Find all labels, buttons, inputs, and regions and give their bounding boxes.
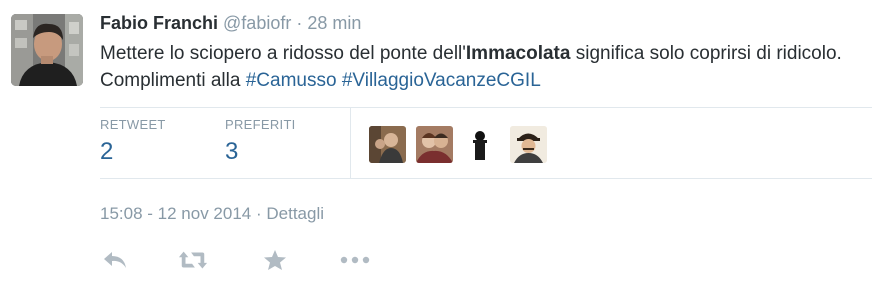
favoriter-avatar[interactable] [369, 126, 406, 163]
favorite-button[interactable] [260, 245, 290, 275]
author-handle[interactable]: @fabiofr [223, 13, 291, 33]
tweet-header: Fabio Franchi @fabiofr · 28 min [100, 12, 361, 34]
stats-divider-bottom [100, 178, 872, 179]
meta-separator: · [255, 204, 262, 223]
author-name[interactable]: Fabio Franchi [100, 13, 218, 33]
header-separator: · [296, 13, 303, 33]
hashtag-link[interactable]: #VillaggioVacanzeCGIL [342, 70, 541, 91]
hashtag-link[interactable]: #Camusso [246, 70, 337, 91]
reply-button[interactable] [100, 245, 130, 275]
more-button[interactable] [340, 245, 370, 275]
tweet-card: Fabio Franchi @fabiofr · 28 min Mettere … [0, 0, 883, 281]
favoriter-avatar-image [369, 126, 406, 163]
favorite-icon [264, 250, 286, 270]
tweet-actions [100, 245, 370, 275]
author-avatar[interactable] [11, 14, 83, 86]
more-icon [340, 256, 370, 264]
retweet-count: 2 [100, 138, 114, 165]
tweet-text-start: Mettere lo sciopero a ridosso del ponte … [100, 43, 466, 64]
retweet-label: RETWEET [100, 117, 166, 132]
favorites-stat[interactable]: PREFERITI 3 [225, 117, 296, 167]
tweet-text-bold: Immacolata [465, 43, 571, 64]
favoriter-avatar[interactable] [463, 126, 500, 163]
favorites-count: 3 [225, 138, 239, 165]
retweet-button[interactable] [178, 245, 208, 275]
details-link[interactable]: Dettagli [266, 204, 324, 223]
retweet-icon [178, 251, 208, 269]
favoriter-avatar[interactable] [416, 126, 453, 163]
favoriter-avatar[interactable] [510, 126, 547, 163]
tweet-meta: 15:08 - 12 nov 2014 · Dettagli [100, 203, 324, 225]
favoriter-avatar-image [463, 126, 500, 163]
favorites-label: PREFERITI [225, 117, 296, 132]
reply-icon [104, 252, 126, 268]
favoriter-avatar-image [416, 126, 453, 163]
retweet-stat[interactable]: RETWEET 2 [100, 117, 166, 167]
stats-vertical-divider [350, 108, 351, 178]
stats-divider-top [100, 107, 872, 108]
tweet-time[interactable]: 28 min [307, 13, 361, 33]
tweet-text: Mettere lo sciopero a ridosso del ponte … [100, 40, 880, 94]
favoriters-avatars [369, 126, 547, 163]
author-avatar-image [11, 14, 83, 86]
tweet-timestamp[interactable]: 15:08 - 12 nov 2014 [100, 204, 251, 223]
favoriter-avatar-image [510, 126, 547, 163]
